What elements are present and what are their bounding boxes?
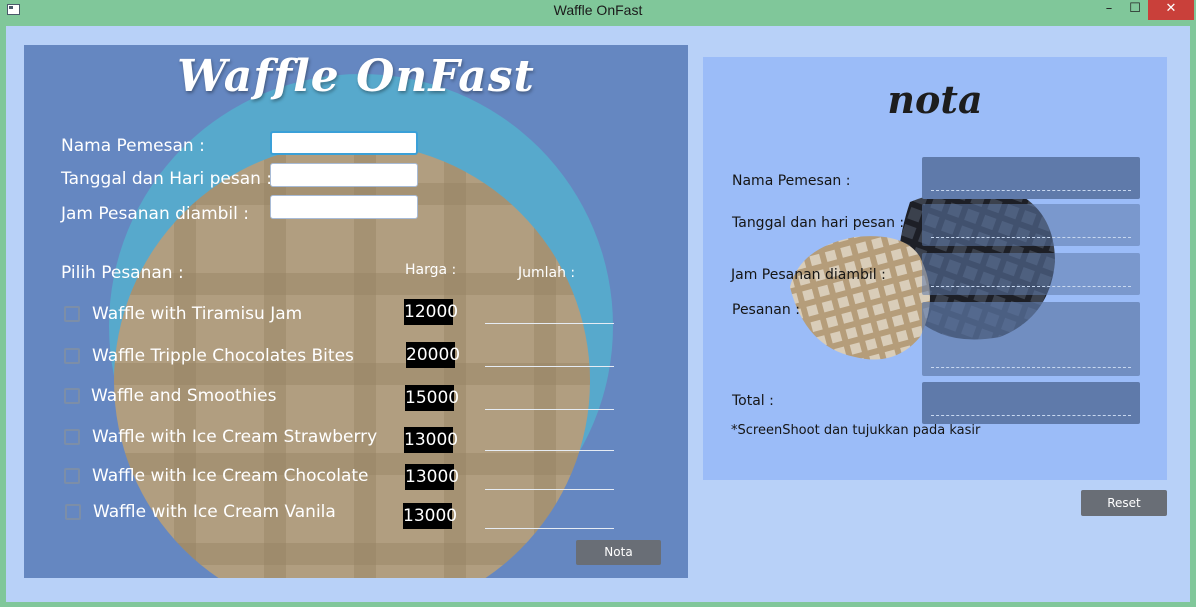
item-price: 12000	[404, 299, 458, 325]
receipt-date-label: Tanggal dan hari pesan :	[732, 215, 905, 231]
minimize-button[interactable]: –	[1094, 0, 1124, 20]
item-label: Waffle with Tiramisu Jam	[92, 304, 303, 324]
item-checkbox[interactable]	[64, 429, 80, 445]
window-title: Waffle OnFast	[553, 2, 643, 18]
item-label: Waffle with Ice Cream Strawberry	[92, 427, 378, 447]
receipt-total-label: Total :	[732, 393, 774, 409]
item-label: Waffle and Smoothies	[91, 386, 277, 406]
window-client-area: Waffle OnFast Nama Pemesan : Tanggal dan…	[6, 26, 1190, 602]
title-bar: Waffle OnFast – ☐ ✕	[0, 0, 1196, 22]
item-label: Waffle Tripple Chocolates Bites	[92, 346, 354, 366]
receipt-name-label: Nama Pemesan :	[732, 173, 851, 189]
item-price: 15000	[405, 385, 459, 411]
pick-order-label: Pilih Pesanan :	[61, 263, 184, 283]
receipt-title: nota	[887, 77, 983, 122]
receipt-total-field	[922, 382, 1140, 424]
item-label: Waffle with Ice Cream Chocolate	[92, 466, 369, 486]
reset-button[interactable]: Reset	[1081, 490, 1167, 516]
receipt-panel: nota Nama Pemesan : Tanggal dan hari pes…	[703, 57, 1167, 480]
item-checkbox[interactable]	[65, 504, 81, 520]
nota-button[interactable]: Nota	[576, 540, 661, 565]
receipt-order-field	[922, 302, 1140, 376]
receipt-date-field	[922, 204, 1140, 246]
item-checkbox[interactable]	[64, 306, 80, 322]
app-logo: Waffle OnFast	[177, 51, 535, 102]
price-header: Harga :	[405, 262, 457, 278]
item-checkbox[interactable]	[64, 348, 80, 364]
item-quantity-input[interactable]	[485, 389, 614, 410]
item-price: 13000	[404, 427, 458, 453]
item-quantity-input[interactable]	[485, 508, 614, 529]
order-date-label: Tanggal dan Hari pesan :	[61, 169, 273, 189]
cashier-note: *ScreenShoot dan tujukkan pada kasir	[731, 423, 981, 438]
customer-name-label: Nama Pemesan :	[61, 136, 205, 156]
item-checkbox[interactable]	[64, 388, 80, 404]
item-price: 20000	[406, 342, 460, 368]
pickup-time-input[interactable]	[270, 195, 418, 219]
close-button[interactable]: ✕	[1148, 0, 1194, 20]
quantity-header: Jumlah :	[518, 265, 576, 281]
item-quantity-input[interactable]	[485, 346, 614, 367]
item-price: 13000	[405, 464, 459, 490]
item-quantity-input[interactable]	[485, 469, 614, 490]
receipt-time-label: Jam Pesanan diambil :	[731, 267, 886, 283]
maximize-button[interactable]: ☐	[1122, 0, 1148, 20]
item-quantity-input[interactable]	[485, 430, 614, 451]
pickup-time-label: Jam Pesanan diambil :	[61, 204, 250, 224]
order-date-input[interactable]	[270, 163, 418, 187]
item-label: Waffle with Ice Cream Vanila	[93, 502, 336, 522]
receipt-order-label: Pesanan :	[732, 302, 800, 318]
item-quantity-input[interactable]	[485, 303, 614, 324]
item-price: 13000	[403, 503, 457, 529]
item-checkbox[interactable]	[64, 468, 80, 484]
receipt-time-field	[922, 253, 1140, 295]
receipt-name-field	[922, 157, 1140, 199]
order-form-panel: Waffle OnFast Nama Pemesan : Tanggal dan…	[24, 45, 688, 578]
customer-name-input[interactable]	[270, 131, 418, 155]
